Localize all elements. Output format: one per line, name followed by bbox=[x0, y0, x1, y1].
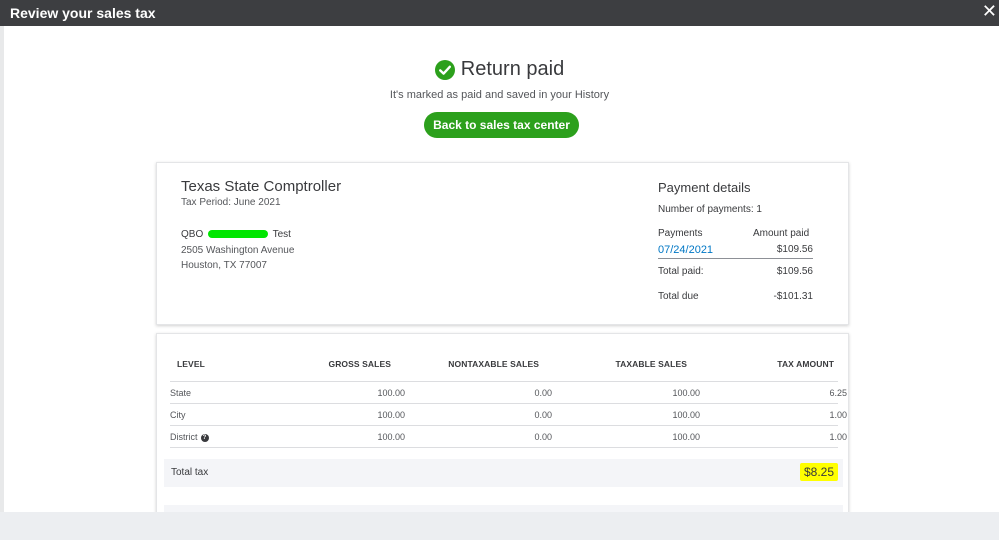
status-subtext: It's marked as paid and saved in your Hi… bbox=[389, 89, 610, 101]
tax-amount-cell: 6.25 bbox=[829, 388, 847, 398]
status-heading-text: Return paid bbox=[460, 58, 565, 80]
payments-divider bbox=[658, 258, 813, 259]
tax-amount-cell: 1.00 bbox=[829, 432, 847, 442]
tax-period: Tax Period: June 2021 bbox=[181, 197, 281, 208]
table-row: City 100.00 0.00 100.00 1.00 bbox=[170, 404, 847, 426]
table-row: State 100.00 0.00 100.00 6.25 bbox=[170, 382, 847, 404]
gross-sales-cell: 100.00 bbox=[377, 388, 405, 398]
total-tax-row: Total tax $8.25 bbox=[164, 459, 843, 487]
taxable-sales-cell: 100.00 bbox=[672, 388, 700, 398]
redaction-mark bbox=[208, 230, 269, 239]
taxable-sales-cell: 100.00 bbox=[672, 432, 700, 442]
nontaxable-sales-cell: 0.00 bbox=[534, 388, 552, 398]
payment-details-title: Payment details bbox=[658, 180, 751, 195]
status-heading: Return paid bbox=[434, 58, 565, 81]
status-section: Return paid It's marked as paid and save… bbox=[0, 58, 999, 101]
amount-paid-header: Amount paid bbox=[753, 228, 810, 239]
total-paid-value: $109.56 bbox=[776, 266, 813, 277]
return-summary-card: Texas State Comptroller Tax Period: June… bbox=[156, 162, 849, 325]
help-icon[interactable]: ? bbox=[200, 433, 209, 442]
back-to-sales-tax-center-button[interactable]: Back to sales tax center bbox=[424, 112, 579, 138]
level-cell: State bbox=[170, 388, 192, 398]
tax-breakdown-card: LEVEL GROSS SALES NONTAXABLE SALES TAXAB… bbox=[156, 333, 849, 515]
check-circle-icon bbox=[434, 59, 455, 80]
number-of-payments: Number of payments: 1 bbox=[658, 204, 762, 215]
address-line-1: 2505 Washington Avenue bbox=[181, 245, 295, 256]
total-due-value: -$101.31 bbox=[773, 291, 813, 302]
gross-sales-cell: 100.00 bbox=[377, 432, 405, 442]
taxable-sales-cell: 100.00 bbox=[672, 410, 700, 420]
left-edge bbox=[0, 26, 4, 540]
payments-header: Payments bbox=[658, 228, 703, 239]
col-header-level: LEVEL bbox=[177, 359, 205, 369]
level-cell: District? bbox=[170, 432, 209, 442]
total-paid-label: Total paid: bbox=[658, 266, 704, 277]
col-header-gross-sales: GROSS SALES bbox=[328, 359, 391, 369]
close-icon[interactable]: ✕ bbox=[982, 2, 997, 20]
total-tax-value: $8.25 bbox=[799, 463, 838, 481]
payment-date-link[interactable]: 07/24/2021 bbox=[658, 244, 713, 256]
total-due-label: Total due bbox=[658, 291, 699, 302]
col-header-tax-amount: TAX AMOUNT bbox=[777, 359, 834, 369]
tax-amount-cell: 1.00 bbox=[829, 410, 847, 420]
nontaxable-sales-cell: 0.00 bbox=[534, 432, 552, 442]
address-line-2: Houston, TX 77007 bbox=[181, 260, 267, 271]
total-tax-label: Total tax bbox=[171, 467, 209, 478]
company-name-prefix: QBO bbox=[181, 229, 204, 240]
agency-name: Texas State Comptroller bbox=[181, 178, 342, 195]
title-bar: Review your sales tax ✕ bbox=[0, 0, 999, 26]
gross-sales-cell: 100.00 bbox=[377, 410, 405, 420]
bottom-area bbox=[0, 512, 999, 540]
company-name: QBO Test bbox=[181, 229, 291, 240]
company-name-suffix: Test bbox=[272, 229, 291, 240]
level-cell: City bbox=[170, 410, 186, 420]
level-cell-text: District bbox=[170, 432, 198, 442]
table-row: District? 100.00 0.00 100.00 1.00 bbox=[170, 426, 847, 448]
payment-amount: $109.56 bbox=[776, 244, 813, 255]
nontaxable-sales-cell: 0.00 bbox=[534, 410, 552, 420]
col-header-taxable-sales: TAXABLE SALES bbox=[615, 359, 687, 369]
col-header-nontaxable-sales: NONTAXABLE SALES bbox=[448, 359, 539, 369]
window-title: Review your sales tax bbox=[10, 5, 156, 21]
